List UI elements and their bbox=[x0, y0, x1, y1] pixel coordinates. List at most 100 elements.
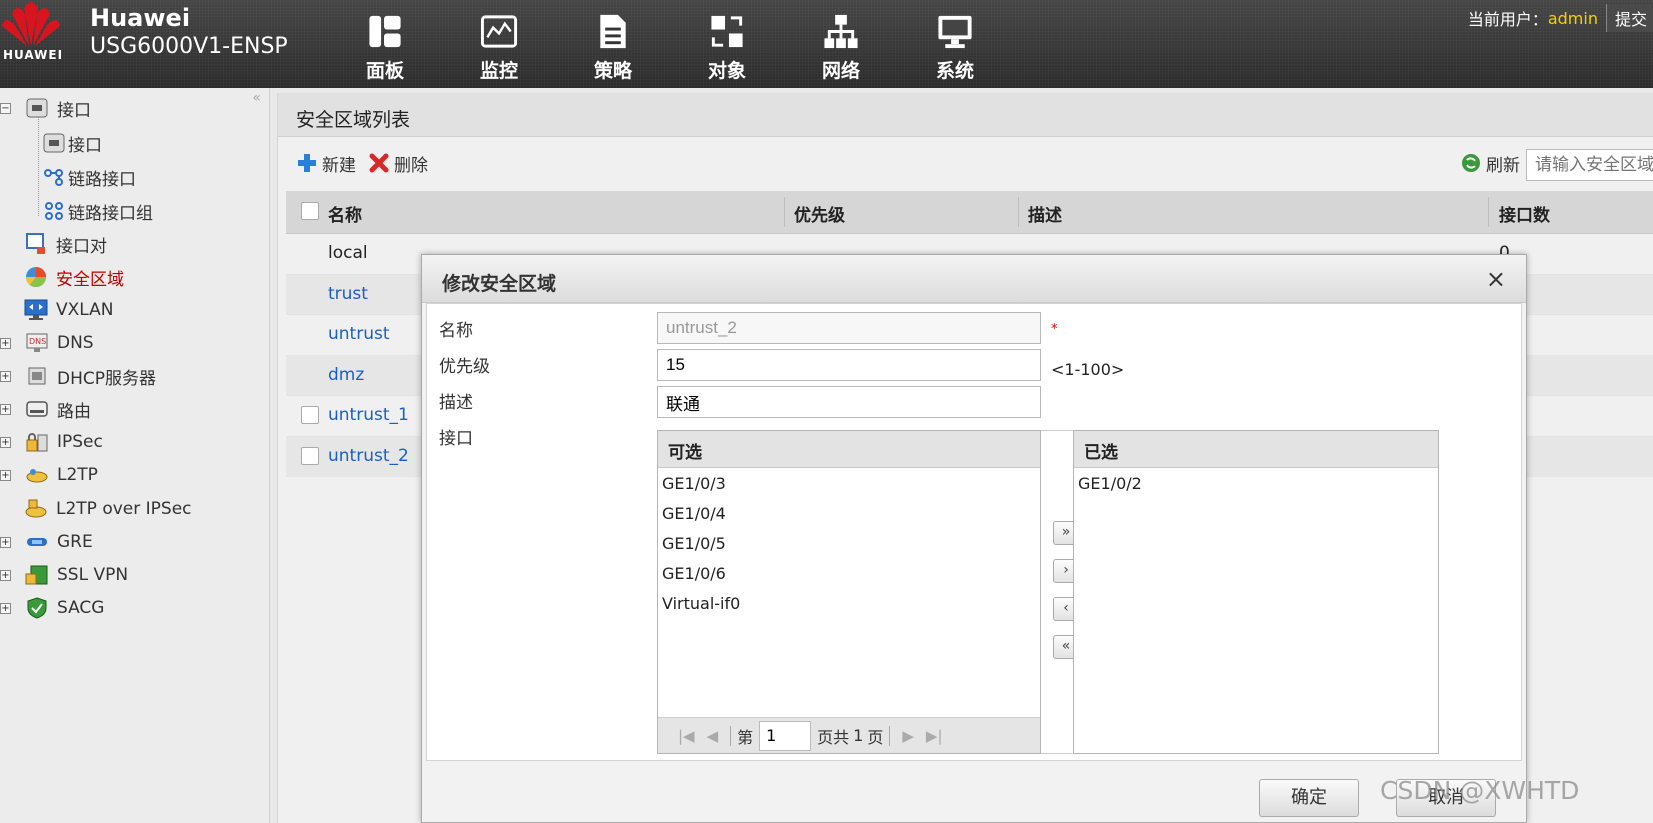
collapse-sidebar-icon[interactable]: « bbox=[252, 90, 261, 106]
list-item[interactable]: Virtual-if0 bbox=[658, 588, 1040, 618]
expand-icon[interactable]: + bbox=[0, 370, 11, 382]
link-interface-icon bbox=[42, 166, 66, 188]
expand-icon[interactable]: + bbox=[0, 469, 11, 481]
expand-icon[interactable]: + bbox=[0, 403, 11, 415]
dialog-header: 修改安全区域 × bbox=[422, 255, 1526, 303]
huawei-logo: HUAWEI bbox=[0, 0, 72, 70]
nav-policy[interactable]: 策略 bbox=[556, 8, 670, 83]
app-window: HUAWEI Huawei USG6000V1-ENSP 面板 监控 策略 对象 bbox=[0, 0, 1653, 823]
list-item[interactable]: GE1/0/4 bbox=[658, 498, 1040, 528]
list-item[interactable]: GE1/0/5 bbox=[658, 528, 1040, 558]
description-field[interactable] bbox=[657, 386, 1041, 418]
nav-object[interactable]: 对象 bbox=[670, 8, 784, 83]
close-icon[interactable]: × bbox=[1486, 265, 1506, 293]
refresh-button-label: 刷新 bbox=[1486, 155, 1520, 176]
user-info: 当前用户： admin 提交 bbox=[1468, 4, 1653, 32]
zone-name-link[interactable]: untrust bbox=[328, 324, 390, 344]
expand-icon[interactable]: + bbox=[0, 569, 11, 581]
available-list-title: 可选 bbox=[658, 431, 1040, 468]
dialog-title: 修改安全区域 bbox=[442, 273, 557, 295]
prev-page-icon[interactable]: ◀ bbox=[707, 727, 719, 745]
nav-label: 网络 bbox=[821, 60, 860, 82]
sidebar-item-interface-group[interactable]: − 接口 bbox=[0, 93, 91, 123]
sidebar-item-dhcp[interactable]: + DHCP服务器 bbox=[0, 361, 156, 391]
collapse-icon[interactable]: − bbox=[0, 102, 11, 114]
table-header: 名称 优先级 描述 接口数 bbox=[286, 191, 1653, 234]
col-interface-count[interactable]: 接口数 bbox=[1499, 201, 1550, 226]
nav-monitor[interactable]: 监控 bbox=[442, 8, 556, 83]
select-all-checkbox[interactable] bbox=[301, 202, 319, 220]
zone-search-input[interactable] bbox=[1526, 149, 1653, 181]
new-button-label: 新建 bbox=[322, 155, 356, 176]
sidebar-item-interface[interactable]: 接口 bbox=[42, 128, 102, 158]
dns-icon: DNS bbox=[25, 332, 49, 354]
nav-system[interactable]: 系统 bbox=[898, 8, 1012, 83]
svg-text:DNS: DNS bbox=[29, 337, 46, 346]
zone-name-link[interactable]: untrust_1 bbox=[328, 405, 409, 425]
top-header: HUAWEI Huawei USG6000V1-ENSP 面板 监控 策略 对象 bbox=[0, 0, 1653, 88]
col-priority[interactable]: 优先级 bbox=[794, 201, 845, 226]
last-page-icon[interactable]: ▶| bbox=[926, 727, 943, 745]
monitor-icon bbox=[480, 15, 518, 48]
description-label: 描述 bbox=[439, 393, 473, 413]
policy-icon bbox=[600, 14, 626, 49]
zone-name-link[interactable]: trust bbox=[328, 284, 368, 304]
next-page-icon[interactable]: ▶ bbox=[902, 727, 914, 745]
col-description[interactable]: 描述 bbox=[1028, 201, 1062, 226]
list-item[interactable]: GE1/0/3 bbox=[658, 468, 1040, 498]
interface-pair-icon bbox=[24, 233, 48, 255]
sidebar-item-route[interactable]: + 路由 bbox=[0, 394, 91, 424]
ssl-vpn-icon bbox=[25, 564, 49, 586]
expand-icon[interactable]: + bbox=[0, 602, 11, 614]
nav-dashboard[interactable]: 面板 bbox=[328, 8, 442, 83]
page-prefix: 第 bbox=[737, 727, 754, 747]
expand-icon[interactable]: + bbox=[0, 436, 11, 448]
ok-button[interactable]: 确定 bbox=[1259, 779, 1359, 817]
priority-field[interactable] bbox=[657, 349, 1041, 381]
row-checkbox[interactable] bbox=[301, 446, 319, 465]
sidebar-item-l2tp-over-ipsec[interactable]: L2TP over IPSec bbox=[24, 494, 192, 524]
col-name[interactable]: 名称 bbox=[328, 201, 362, 226]
refresh-button[interactable]: 刷新 bbox=[1460, 148, 1520, 178]
sidebar-item-l2tp[interactable]: + L2TP bbox=[0, 460, 98, 490]
sidebar-item-ssl-vpn[interactable]: + SSL VPN bbox=[0, 560, 128, 590]
expand-icon[interactable]: + bbox=[0, 536, 11, 548]
expand-icon[interactable]: + bbox=[0, 337, 11, 349]
nav-label: 系统 bbox=[935, 60, 974, 82]
sidebar-item-label: DNS bbox=[57, 333, 94, 353]
sidebar-item-link-interface[interactable]: 链路接口 bbox=[42, 162, 136, 192]
sidebar-item-label: 链路接口组 bbox=[68, 203, 153, 224]
name-label: 名称 bbox=[439, 321, 473, 341]
toolbar: 新建 删除 刷新 bbox=[278, 148, 1653, 182]
sidebar-item-dns[interactable]: + DNS DNS bbox=[0, 328, 94, 358]
sidebar-item-gre[interactable]: + GRE bbox=[0, 527, 93, 557]
sidebar-item-label: SACG bbox=[57, 598, 105, 618]
sidebar-item-interface-pair[interactable]: 接口对 bbox=[24, 229, 107, 259]
nav-label: 监控 bbox=[479, 60, 518, 82]
zone-name-link[interactable]: untrust_2 bbox=[328, 446, 409, 466]
interface-icon bbox=[25, 97, 49, 119]
network-icon bbox=[824, 14, 858, 49]
sidebar-item-vxlan[interactable]: VXLAN bbox=[24, 295, 113, 325]
nav-network[interactable]: 网络 bbox=[784, 8, 898, 83]
first-page-icon[interactable]: |◀ bbox=[678, 727, 695, 745]
zone-name-link[interactable]: dmz bbox=[328, 365, 364, 385]
sidebar-item-security-zone[interactable]: 安全区域 bbox=[24, 262, 124, 292]
device-model: USG6000V1-ENSP bbox=[90, 34, 288, 59]
dialog-body: 名称 * 优先级 <1-100> 描述 接口 可选 GE1/0/3 GE1/0/… bbox=[426, 303, 1522, 761]
new-button[interactable]: 新建 bbox=[296, 148, 356, 178]
edit-zone-dialog: 修改安全区域 × 名称 * 优先级 <1-100> 描述 接口 可选 GE1/0… bbox=[421, 254, 1527, 823]
row-checkbox[interactable] bbox=[301, 406, 319, 424]
sidebar-item-sacg[interactable]: + SACG bbox=[0, 593, 104, 623]
page-number-input[interactable] bbox=[759, 720, 812, 751]
main-nav: 面板 监控 策略 对象 网络 系统 bbox=[328, 8, 1012, 83]
sidebar-item-link-interface-group[interactable]: 链路接口组 bbox=[42, 196, 153, 226]
current-user-name[interactable]: admin bbox=[1548, 9, 1598, 28]
list-item[interactable]: GE1/0/2 bbox=[1074, 468, 1438, 498]
submit-button[interactable]: 提交 bbox=[1605, 4, 1653, 32]
list-item[interactable]: GE1/0/6 bbox=[658, 558, 1040, 588]
sidebar-item-ipsec[interactable]: + IPSec bbox=[0, 427, 103, 457]
sidebar: « − 接口 接口 链路接口 链路接口组 接口对 安全区域 VXLAN + DN… bbox=[0, 88, 270, 823]
selected-interfaces-list: 已选 GE1/0/2 bbox=[1073, 430, 1439, 754]
delete-button[interactable]: 删除 bbox=[368, 148, 428, 178]
